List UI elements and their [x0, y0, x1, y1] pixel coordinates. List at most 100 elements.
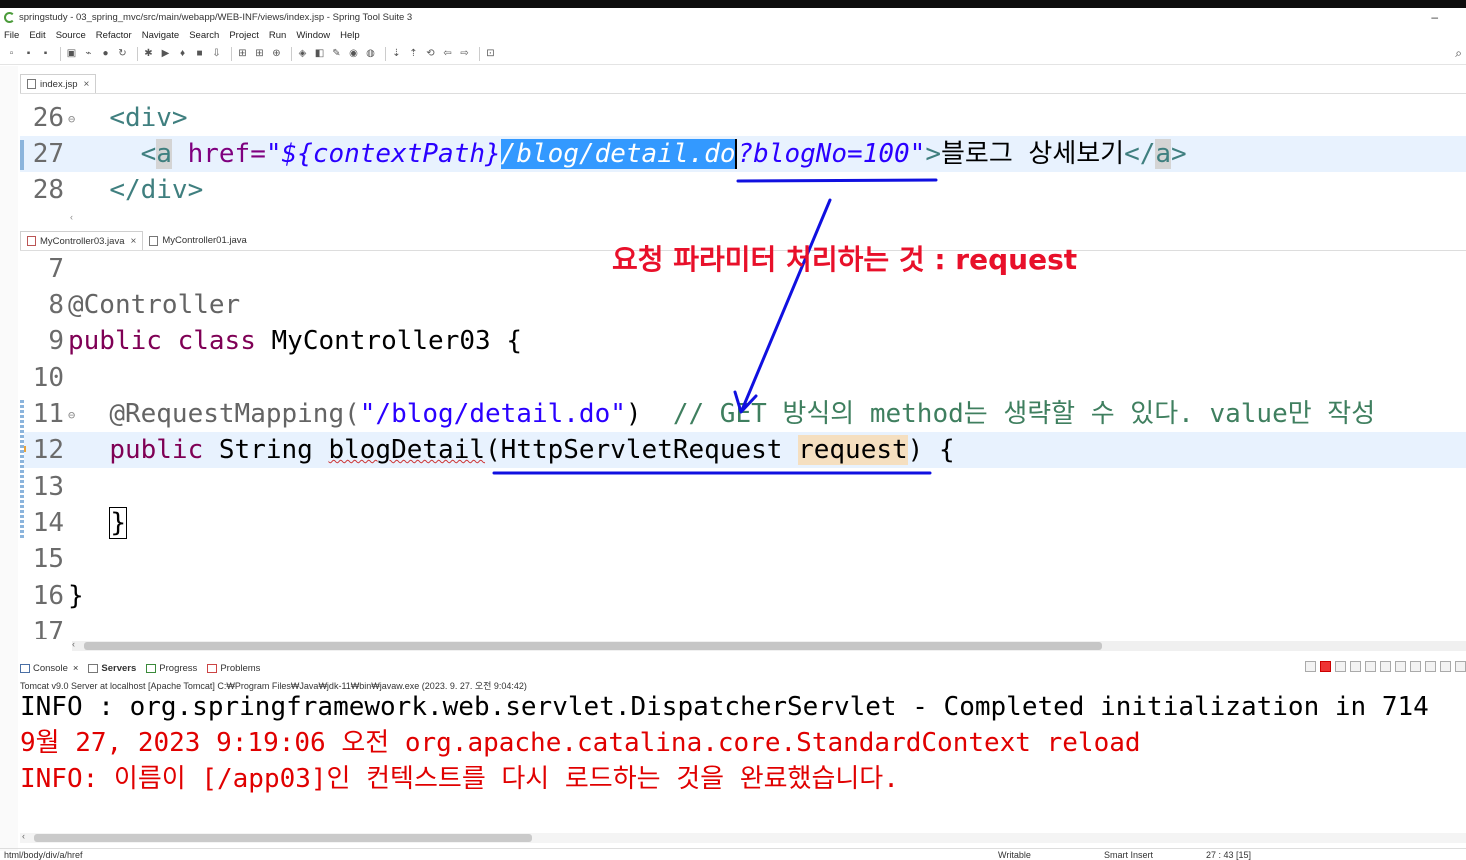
search-icon[interactable]: ⌕	[1455, 46, 1462, 61]
word-wrap-icon[interactable]	[1380, 661, 1391, 672]
external-tools-icon[interactable]: ♦	[176, 47, 189, 60]
line-number: 9	[48, 326, 64, 356]
debug-icon[interactable]: ✱	[142, 47, 155, 60]
console-line: 9월 27, 2023 9:19:06 오전 org.apache.catali…	[20, 728, 1141, 758]
jsp-editor[interactable]: 26 ⊖ <div> 27 <a href="${contextPath}/blo…	[20, 96, 1466, 212]
java-editor[interactable]: 7 8 @Controller 9 public class MyControlle…	[20, 251, 1466, 639]
code-line-12: 12 public String blogDetail(HttpServletR…	[20, 432, 1466, 468]
pin-icon[interactable]	[1305, 661, 1316, 672]
scroll-left-icon[interactable]: ‹	[22, 831, 25, 841]
terminal-icon[interactable]: ▣	[65, 47, 78, 60]
scroll-lock-icon[interactable]	[1365, 661, 1376, 672]
menu-navigate[interactable]: Navigate	[142, 30, 180, 41]
jsp-editor-scroll-left-icon[interactable]: ‹	[70, 212, 1466, 222]
console-hscrollbar[interactable]: ‹	[20, 831, 1466, 843]
refresh-icon[interactable]: ↻	[116, 47, 129, 60]
console-tabs: Console × Servers Progress Problems	[20, 659, 1466, 677]
tab-progress[interactable]: Progress	[146, 663, 197, 674]
prev-annotation-icon[interactable]: ⇡	[407, 47, 420, 60]
new-class-icon[interactable]: ⊕	[270, 47, 283, 60]
jsp-file-icon	[27, 79, 36, 89]
line-number: 11	[32, 399, 64, 429]
show-on-output-icon[interactable]	[1395, 661, 1406, 672]
forward-icon[interactable]: ⇨	[458, 47, 471, 60]
toolbar-separator	[291, 46, 292, 61]
open-console-icon[interactable]	[1440, 661, 1451, 672]
tab-problems[interactable]: Problems	[207, 663, 260, 674]
show-on-error-icon[interactable]	[1410, 661, 1421, 672]
menu-help[interactable]: Help	[340, 30, 360, 41]
stop-icon[interactable]: ●	[99, 47, 112, 60]
last-edit-icon[interactable]: ⟲	[424, 47, 437, 60]
pen-icon[interactable]: ✎	[330, 47, 343, 60]
menu-edit[interactable]: Edit	[29, 30, 45, 41]
terminate-icon[interactable]	[1320, 661, 1331, 672]
tab-label: Servers	[101, 662, 137, 674]
menu-source[interactable]: Source	[56, 30, 86, 41]
menu-search[interactable]: Search	[189, 30, 219, 41]
fold-icon[interactable]: ⊖	[68, 101, 78, 137]
code-line-13: 13	[20, 469, 1466, 505]
console-output[interactable]: INFO : org.springframework.web.servlet.D…	[20, 689, 1466, 797]
remove-all-icon[interactable]	[1350, 661, 1361, 672]
line-number: 14	[32, 508, 64, 538]
menu-project[interactable]: Project	[229, 30, 259, 41]
tab-index-jsp[interactable]: index.jsp ×	[20, 74, 97, 93]
new-icon[interactable]: ▫	[5, 47, 18, 60]
top-black-bar	[0, 0, 1466, 8]
progress-icon	[146, 663, 157, 673]
tab-servers[interactable]: Servers	[88, 663, 136, 674]
task-icon[interactable]: ◉	[347, 47, 360, 60]
scroll-left-icon[interactable]: ‹	[72, 639, 75, 649]
scrollbar-thumb[interactable]	[34, 834, 532, 842]
next-annotation-icon[interactable]: ⇣	[390, 47, 403, 60]
open-perspective-icon[interactable]: ⊡	[484, 47, 497, 60]
code-line-17: 17	[20, 614, 1466, 639]
deploy-icon[interactable]: ⇩	[210, 47, 223, 60]
code-line-27: 27 <a href="${contextPath}/blog/detail.d…	[20, 136, 1466, 172]
window-title: springstudy - 03_spring_mvc/src/main/web…	[19, 12, 413, 23]
status-writable: Writable	[998, 850, 1031, 860]
open-folder-icon[interactable]: ◧	[313, 47, 326, 60]
minimize-icon[interactable]: –	[1431, 10, 1438, 24]
java-editor-hscrollbar[interactable]: ‹	[72, 639, 1466, 651]
tab-mycontroller03[interactable]: MyController03.java ×	[20, 231, 144, 250]
menu-window[interactable]: Window	[296, 30, 330, 41]
tab-mycontroller01[interactable]: MyController01.java	[143, 231, 253, 250]
skip-breakpoints-icon[interactable]: ⌁	[82, 47, 95, 60]
fold-icon[interactable]: ⊖	[68, 397, 78, 433]
close-icon[interactable]: ×	[130, 236, 136, 247]
code-line-15: 15	[20, 541, 1466, 577]
close-icon[interactable]: ×	[84, 79, 90, 90]
toolbar-separator	[479, 46, 480, 61]
open-type-icon[interactable]: ◈	[296, 47, 309, 60]
status-path: html/body/div/a/href	[4, 850, 83, 860]
code-token: >	[925, 139, 941, 169]
menu-run[interactable]: Run	[269, 30, 286, 41]
status-insert-mode: Smart Insert	[1104, 850, 1154, 860]
new-java-project-icon[interactable]: ⊞	[236, 47, 249, 60]
terminate-icon[interactable]: ■	[193, 47, 206, 60]
change-marker	[20, 140, 24, 170]
back-icon[interactable]: ⇦	[441, 47, 454, 60]
code-annotation: @Controller	[68, 290, 241, 320]
toolbar-separator	[137, 46, 138, 61]
view-menu-icon[interactable]	[1455, 661, 1466, 672]
globe-icon[interactable]: ◍	[364, 47, 377, 60]
window-titlebar: springstudy - 03_spring_mvc/src/main/web…	[0, 8, 1466, 27]
close-icon[interactable]: ×	[73, 663, 79, 674]
save-all-icon[interactable]: ▪	[39, 47, 52, 60]
run-icon[interactable]: ▶	[159, 47, 172, 60]
matching-brace: }	[109, 507, 127, 539]
tab-label: Console	[33, 662, 68, 674]
tab-console[interactable]: Console ×	[20, 663, 78, 674]
new-package-icon[interactable]: ⊞	[253, 47, 266, 60]
line-number: 8	[48, 290, 64, 320]
scrollbar-thumb[interactable]	[84, 642, 1102, 650]
menu-refactor[interactable]: Refactor	[96, 30, 132, 41]
remove-launch-icon[interactable]	[1335, 661, 1346, 672]
menu-file[interactable]: File	[4, 30, 19, 41]
line-number: 12	[32, 435, 64, 465]
save-icon[interactable]: ▪	[22, 47, 35, 60]
display-console-icon[interactable]	[1425, 661, 1436, 672]
